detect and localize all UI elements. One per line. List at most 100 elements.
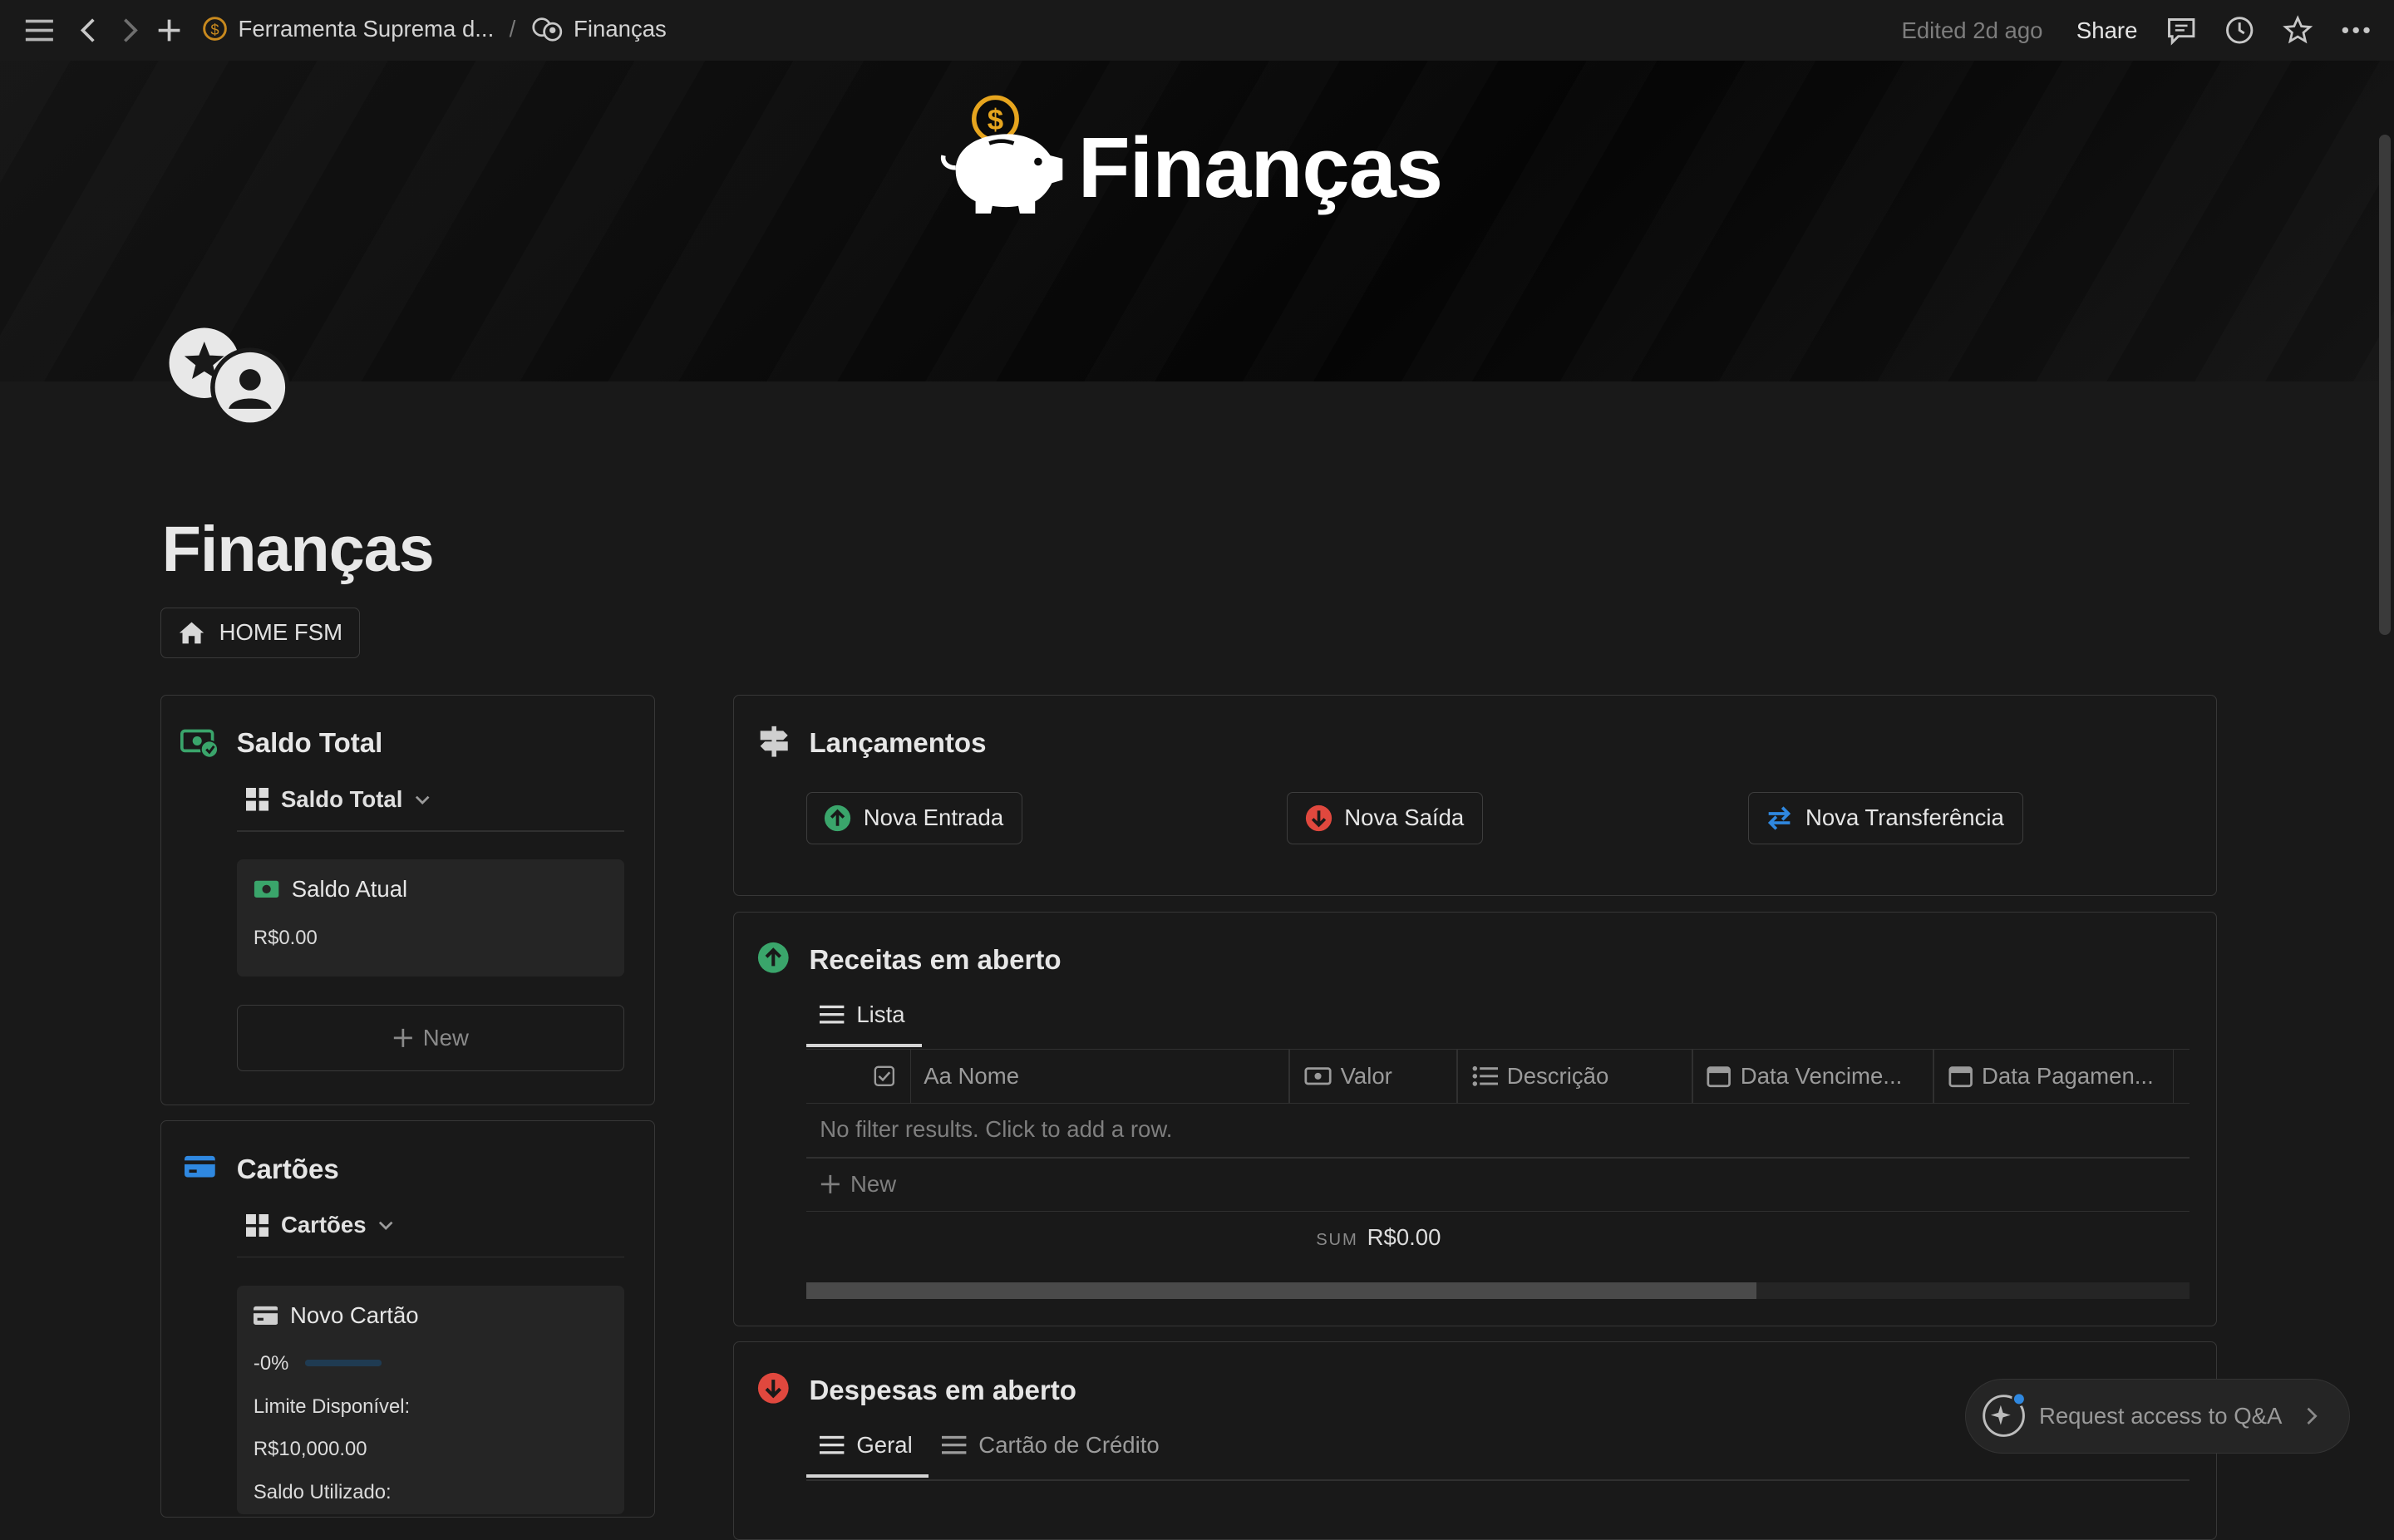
page-scrollbar[interactable] xyxy=(2378,134,2392,636)
breadcrumb: $ Ferramenta Suprema d... / Finanças xyxy=(201,15,667,42)
column-nome[interactable]: Aa Nome xyxy=(924,1050,1019,1103)
forward-icon[interactable] xyxy=(119,17,140,44)
plus-icon xyxy=(392,1027,414,1049)
arrow-down-circle-icon xyxy=(1305,804,1332,832)
column-separator xyxy=(1933,1049,1935,1104)
calendar-icon xyxy=(1948,1065,1973,1088)
column-data-pagamento[interactable]: Data Pagamen... xyxy=(1948,1050,2154,1103)
home-button[interactable]: HOME FSM xyxy=(160,608,361,658)
back-icon[interactable] xyxy=(78,17,100,44)
lancamentos-title: Lançamentos xyxy=(809,728,987,760)
saldo-atual-value: R$0.00 xyxy=(253,926,318,949)
receitas-new-row-button[interactable]: New xyxy=(820,1171,896,1198)
saldo-total-view-label: Saldo Total xyxy=(280,785,403,812)
menu-icon[interactable] xyxy=(24,17,55,44)
column-separator xyxy=(1692,1049,1693,1104)
saldo-divider xyxy=(236,830,625,832)
receitas-arrow-up-icon xyxy=(757,942,790,974)
column-nome-label: Aa Nome xyxy=(924,1062,1020,1089)
receitas-sum[interactable]: SUM R$0.00 xyxy=(1316,1224,1441,1251)
nova-entrada-button[interactable]: Nova Entrada xyxy=(805,792,1023,844)
saldo-total-view-tab[interactable]: Saldo Total xyxy=(245,785,431,813)
saldo-atual-label: Saldo Atual xyxy=(291,876,408,903)
top-actions: Edited 2d ago Share xyxy=(1901,0,2372,61)
cartao-progress-bar xyxy=(305,1360,382,1366)
despesas-tab-geral[interactable]: Geral xyxy=(820,1431,913,1459)
calendar-icon xyxy=(1707,1065,1731,1088)
favorite-icon[interactable] xyxy=(2281,15,2314,46)
nova-saida-label: Nova Saída xyxy=(1344,804,1465,831)
request-qa-label: Request access to Q&A xyxy=(2038,1402,2283,1429)
receitas-new-label: New xyxy=(850,1170,897,1197)
novo-cartao-card-title: Novo Cartão xyxy=(253,1302,419,1329)
column-valor[interactable]: Valor xyxy=(1303,1050,1392,1103)
cartoes-view-label: Cartões xyxy=(280,1212,367,1238)
despesas-tab-cartao[interactable]: Cartão de Crédito xyxy=(942,1432,1160,1459)
comment-icon[interactable] xyxy=(2165,15,2198,46)
sparkle-icon xyxy=(1981,1392,2027,1439)
page-icon[interactable] xyxy=(165,323,296,431)
cash-icon xyxy=(1303,1065,1332,1087)
receitas-horizontal-scrollbar[interactable] xyxy=(805,1282,2190,1300)
saldo-new-button[interactable]: New xyxy=(236,1004,625,1072)
chevron-down-icon xyxy=(415,794,430,806)
edited-timestamp: Edited 2d ago xyxy=(1901,17,2043,43)
column-valor-label: Valor xyxy=(1340,1062,1392,1089)
column-separator xyxy=(909,1049,912,1104)
despesas-tab-geral-label: Geral xyxy=(856,1431,913,1458)
column-separator xyxy=(1288,1049,1290,1104)
cover-texture xyxy=(0,61,2394,382)
more-icon[interactable] xyxy=(2339,15,2372,46)
despesas-tab-underline xyxy=(805,1474,929,1478)
despesas-tab-cartao-label: Cartão de Crédito xyxy=(978,1431,1160,1458)
limite-value: R$10,000.00 xyxy=(253,1438,367,1461)
home-button-label: HOME FSM xyxy=(219,619,343,646)
request-qa-button[interactable]: Request access to Q&A xyxy=(1964,1378,2350,1454)
saldo-total-title: Saldo Total xyxy=(236,728,383,760)
finance-page-icon xyxy=(531,15,564,42)
column-descricao[interactable]: Descrição xyxy=(1472,1050,1609,1103)
receitas-tab-lista[interactable]: Lista xyxy=(820,1001,905,1028)
saldo-atual-card-title: Saldo Atual xyxy=(254,876,407,903)
chevron-right-icon xyxy=(2303,1405,2318,1427)
top-bar: $ Ferramenta Suprema d... / Finanças Edi… xyxy=(0,0,2394,62)
page-title: Finanças xyxy=(161,514,435,586)
card-icon xyxy=(253,1306,278,1326)
workspace-icon: $ xyxy=(201,15,229,42)
saldo-new-label: New xyxy=(422,1024,469,1050)
home-icon xyxy=(178,619,205,647)
nova-saida-button[interactable]: Nova Saída xyxy=(1287,792,1484,844)
gallery-icon xyxy=(245,788,269,811)
receitas-tab-label: Lista xyxy=(856,1001,905,1027)
receitas-table-header: Aa Nome Valor Descrição Data Vencime... … xyxy=(805,1048,2190,1104)
share-button[interactable]: Share xyxy=(2076,17,2138,44)
list-icon xyxy=(1472,1065,1498,1087)
despesas-arrow-down-icon xyxy=(757,1372,790,1405)
gallery-icon xyxy=(245,1213,269,1237)
list-icon xyxy=(820,1434,845,1456)
column-data-pagamento-label: Data Pagamen... xyxy=(1982,1062,2154,1089)
receitas-scroll-thumb[interactable] xyxy=(805,1282,1756,1300)
chevron-down-icon xyxy=(378,1219,393,1232)
column-descricao-label: Descrição xyxy=(1506,1062,1609,1089)
receitas-row-divider xyxy=(805,1157,2190,1159)
select-all-checkbox[interactable] xyxy=(874,1050,895,1103)
breadcrumb-parent[interactable]: Ferramenta Suprema d... xyxy=(239,16,495,42)
plus-icon xyxy=(820,1173,841,1195)
nova-transferencia-button[interactable]: Nova Transferência xyxy=(1748,792,2023,844)
cartoes-divider xyxy=(236,1256,625,1258)
transfer-icon xyxy=(1766,804,1793,832)
column-separator xyxy=(2172,1049,2175,1104)
add-icon[interactable] xyxy=(155,17,183,44)
breadcrumb-current[interactable]: Finanças xyxy=(574,16,667,42)
piggy-bank-icon: $ xyxy=(934,91,1071,219)
limite-label: Limite Disponível: xyxy=(253,1395,411,1418)
column-data-vencimento-label: Data Vencime... xyxy=(1740,1062,1903,1089)
sum-label: SUM xyxy=(1316,1231,1358,1250)
cartoes-view-tab[interactable]: Cartões xyxy=(245,1212,394,1238)
signpost-icon xyxy=(757,725,791,758)
history-icon[interactable] xyxy=(2223,15,2256,46)
list-icon xyxy=(942,1434,967,1456)
column-data-vencimento[interactable]: Data Vencime... xyxy=(1707,1050,1902,1103)
receitas-empty-message[interactable]: No filter results. Click to add a row. xyxy=(820,1116,1172,1143)
